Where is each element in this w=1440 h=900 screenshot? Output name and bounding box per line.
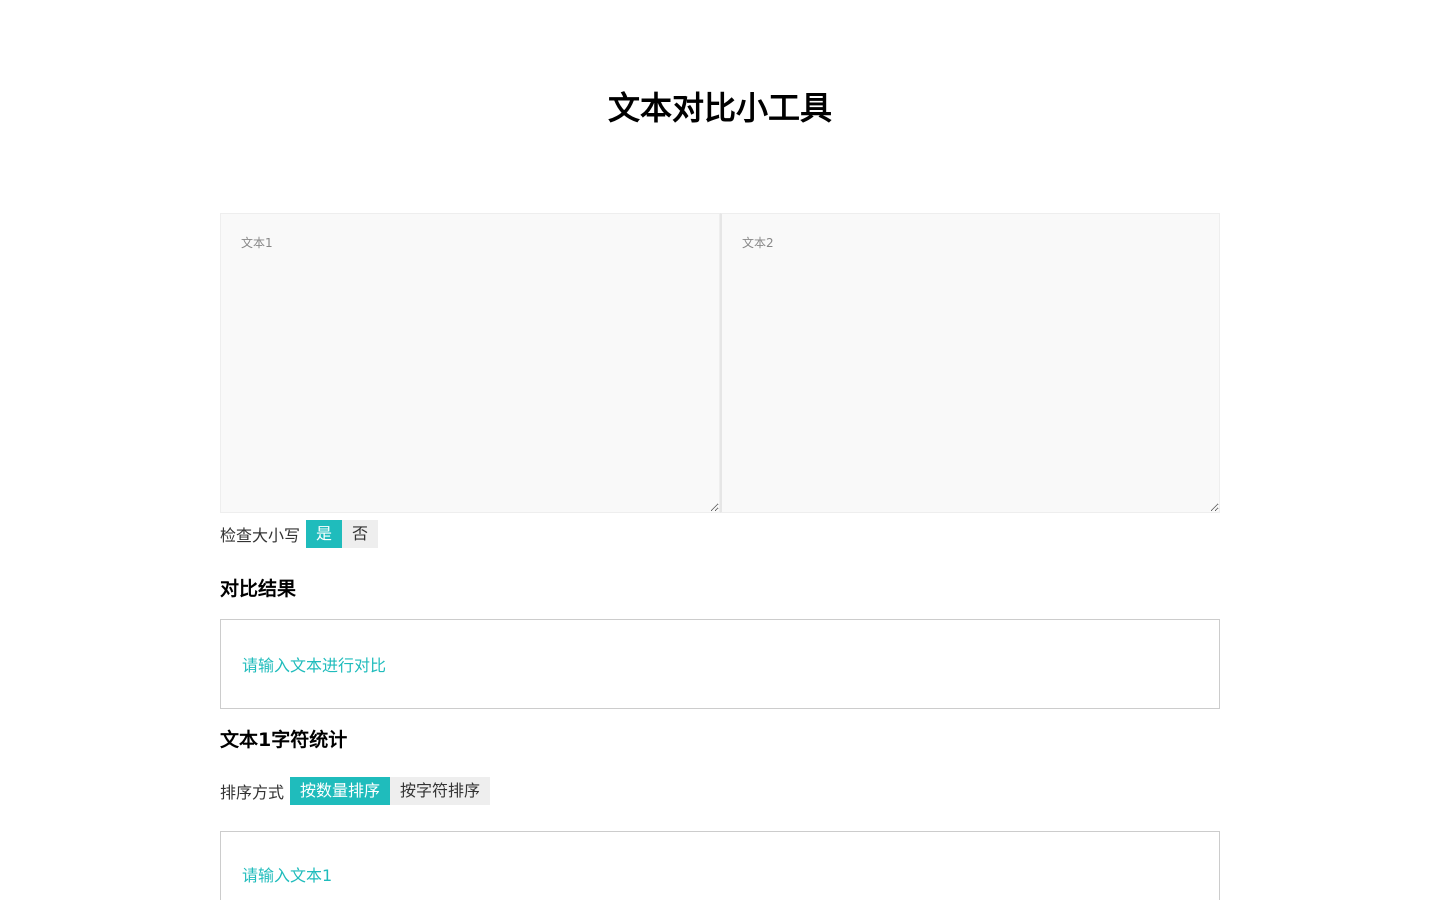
result-heading: 对比结果: [220, 578, 297, 600]
result-box: 请输入文本进行对比: [220, 619, 1220, 709]
case-check-label: 检查大小写: [220, 526, 301, 545]
case-check-no-button[interactable]: 否: [342, 520, 379, 548]
sort-row: 排序方式 按数量排序 按字符排序: [220, 777, 1220, 805]
case-check-row: 检查大小写 是 否: [220, 520, 1220, 548]
stats-message: 请输入文本1: [242, 866, 333, 885]
page-title: 文本对比小工具: [607, 89, 832, 127]
text1-input[interactable]: [220, 213, 720, 513]
page: 文本对比小工具 检查大小写 是 否 对比结果 请输入文本进行对比 文本1字符统计…: [0, 0, 1440, 900]
text-inputs: [220, 213, 1220, 513]
result-message: 请输入文本进行对比: [242, 656, 387, 675]
stats-heading: 文本1字符统计: [220, 729, 348, 751]
case-check-yes-button[interactable]: 是: [306, 520, 343, 548]
main-content: 检查大小写 是 否 对比结果 请输入文本进行对比 文本1字符统计 排序方式 按数…: [220, 213, 1220, 900]
text2-input[interactable]: [720, 213, 1220, 513]
stats-box: 请输入文本1: [220, 831, 1220, 900]
sort-by-char-button[interactable]: 按字符排序: [390, 777, 491, 805]
sort-label: 排序方式: [220, 783, 285, 802]
sort-by-count-button[interactable]: 按数量排序: [290, 777, 391, 805]
